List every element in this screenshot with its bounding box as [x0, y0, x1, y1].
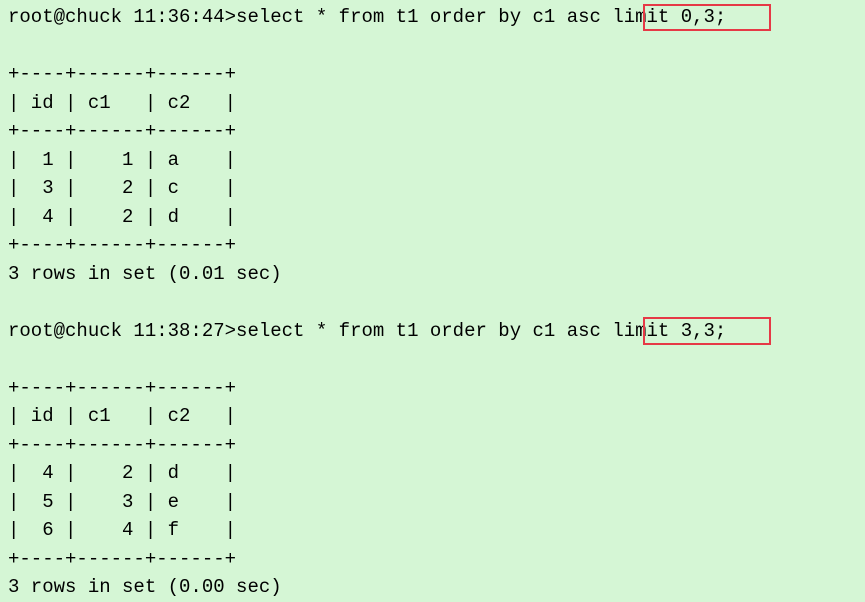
- table-border: +----+------+------+: [8, 117, 857, 146]
- query-text-before: select * from t1 order by c1 asc: [236, 6, 612, 28]
- result-summary: 3 rows in set (0.01 sec): [8, 260, 857, 289]
- table-border: +----+------+------+: [8, 231, 857, 260]
- table-row: | 5 | 3 | e |: [8, 488, 857, 517]
- table-row: | 4 | 2 | d |: [8, 203, 857, 232]
- table-header: | id | c1 | c2 |: [8, 402, 857, 431]
- prompt-prefix: root@chuck 11:38:27>: [8, 320, 236, 342]
- query1-prompt-line: root@chuck 11:36:44>select * from t1 ord…: [8, 3, 857, 60]
- table-row: | 1 | 1 | a |: [8, 146, 857, 175]
- blank-line: [8, 288, 857, 317]
- query-text-before: select * from t1 order by c1 asc: [236, 320, 612, 342]
- table-row: | 6 | 4 | f |: [8, 516, 857, 545]
- table-border: +----+------+------+: [8, 374, 857, 403]
- table-border: +----+------+------+: [8, 431, 857, 460]
- query-highlight: limit 0,3;: [612, 6, 726, 28]
- table-row: | 3 | 2 | c |: [8, 174, 857, 203]
- table-header: | id | c1 | c2 |: [8, 89, 857, 118]
- table-border: +----+------+------+: [8, 60, 857, 89]
- query-highlight: limit 3,3;: [612, 320, 726, 342]
- query2-prompt-line: root@chuck 11:38:27>select * from t1 ord…: [8, 317, 857, 374]
- table-row: | 4 | 2 | d |: [8, 459, 857, 488]
- result-summary: 3 rows in set (0.00 sec): [8, 573, 857, 602]
- prompt-prefix: root@chuck 11:36:44>: [8, 6, 236, 28]
- table-border: +----+------+------+: [8, 545, 857, 574]
